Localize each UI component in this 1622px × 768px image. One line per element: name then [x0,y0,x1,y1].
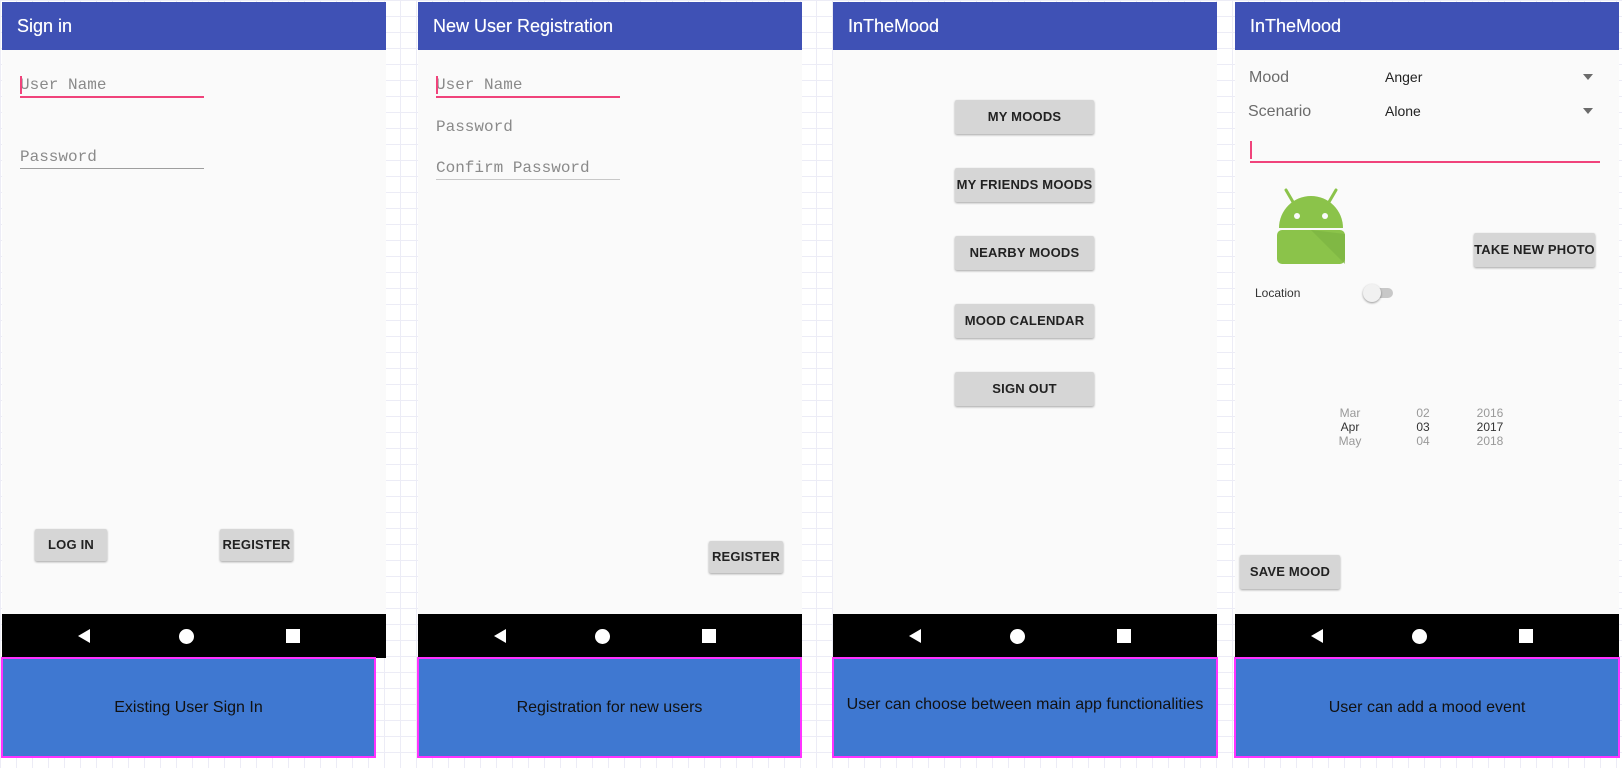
username-input[interactable]: User Name [436,74,620,98]
register-button[interactable]: REGISTER [709,541,783,573]
username-placeholder: User Name [20,76,107,94]
nav-recent-icon[interactable] [1117,629,1131,643]
system-nav-bar [833,614,1217,658]
text-cursor [20,76,22,94]
take-new-photo-button[interactable]: TAKE NEW PHOTO [1474,233,1595,267]
year-column[interactable]: 2016 2017 2018 [1465,406,1515,448]
signin-app-bar-title: Sign in [2,2,386,50]
nav-recent-icon[interactable] [702,629,716,643]
mood-dropdown[interactable]: Anger [1385,64,1600,90]
scenario-label: Scenario [1248,103,1312,120]
password-input[interactable]: Password [436,116,620,138]
signin-caption: Existing User Sign In [1,657,376,758]
nav-home-icon[interactable] [1412,629,1427,644]
my-moods-button[interactable]: MY MOODS [955,100,1094,134]
mood-description-input[interactable] [1250,139,1600,163]
caption-text: Existing User Sign In [114,698,263,716]
year-prev: 2016 [1476,406,1504,420]
text-cursor [436,76,438,94]
system-nav-bar [418,614,802,658]
sign-out-button[interactable]: SIGN OUT [955,372,1094,406]
nearby-moods-button[interactable]: NEARBY MOODS [955,236,1094,270]
mood-dropdown-value: Anger [1385,69,1423,85]
nav-back-icon[interactable] [1311,629,1323,643]
day-column[interactable]: 02 03 04 [1398,406,1448,448]
month-column[interactable]: Mar Apr May [1325,406,1375,448]
registration-caption: Registration for new users [417,657,802,758]
caption-text: User can choose between main app functio… [846,696,1204,713]
nav-home-icon[interactable] [179,629,194,644]
add-mood-screen: InTheMood Mood Anger Scenario Alone TAKE… [1235,2,1619,658]
my-friends-moods-button[interactable]: MY FRIENDS MOODS [955,168,1094,202]
day-next: 04 [1416,434,1430,448]
add-mood-app-bar-title: InTheMood [1235,2,1619,50]
month-current: Apr [1340,420,1360,434]
password-placeholder: Password [436,118,513,136]
system-nav-bar [2,614,386,658]
main-menu-screen: InTheMood MY MOODS MY FRIENDS MOODS NEAR… [833,2,1217,658]
signin-screen: Sign in User Name Password LOG IN REGIST… [2,2,386,658]
nav-home-icon[interactable] [595,629,610,644]
date-picker[interactable]: Mar Apr May 02 03 04 2016 2017 2018 [1315,406,1545,454]
scenario-dropdown[interactable]: Alone [1385,98,1600,124]
nav-recent-icon[interactable] [286,629,300,643]
text-cursor [1250,141,1252,159]
caption-text: User can add a mood event [1328,698,1526,716]
year-current: 2017 [1476,420,1504,434]
chevron-down-icon [1583,108,1593,114]
toggle-thumb [1363,284,1381,302]
location-label: Location [1255,286,1301,300]
android-robot-icon [1273,188,1349,268]
password-input[interactable]: Password [20,146,204,169]
main-menu-caption: User can choose between main app functio… [832,657,1218,758]
login-button[interactable]: LOG IN [35,529,107,561]
caption-text: Registration for new users [516,698,703,716]
day-current: 03 [1416,420,1430,434]
password-placeholder: Password [20,148,97,166]
registration-app-bar-title: New User Registration [418,2,802,50]
confirm-password-input[interactable]: Confirm Password [436,157,620,180]
mood-calendar-button[interactable]: MOOD CALENDAR [955,304,1094,338]
nav-back-icon[interactable] [78,629,90,643]
system-nav-bar [1235,614,1619,658]
add-mood-caption: User can add a mood event [1234,657,1620,758]
register-button[interactable]: REGISTER [220,529,293,561]
username-input[interactable]: User Name [20,74,204,98]
nav-back-icon[interactable] [494,629,506,643]
chevron-down-icon [1583,74,1593,80]
main-menu-app-bar-title: InTheMood [833,2,1217,50]
month-prev: Mar [1339,406,1361,420]
month-next: May [1338,434,1362,448]
mood-label: Mood [1249,69,1290,86]
nav-back-icon[interactable] [909,629,921,643]
registration-screen: New User Registration User Name Password… [418,2,802,658]
year-next: 2018 [1476,434,1504,448]
day-prev: 02 [1416,406,1430,420]
nav-home-icon[interactable] [1010,629,1025,644]
scenario-dropdown-value: Alone [1385,103,1421,119]
nav-recent-icon[interactable] [1519,629,1533,643]
username-placeholder: User Name [436,76,523,94]
location-toggle[interactable] [1363,284,1395,302]
save-mood-button[interactable]: SAVE MOOD [1240,555,1340,589]
confirm-password-placeholder: Confirm Password [436,159,590,177]
